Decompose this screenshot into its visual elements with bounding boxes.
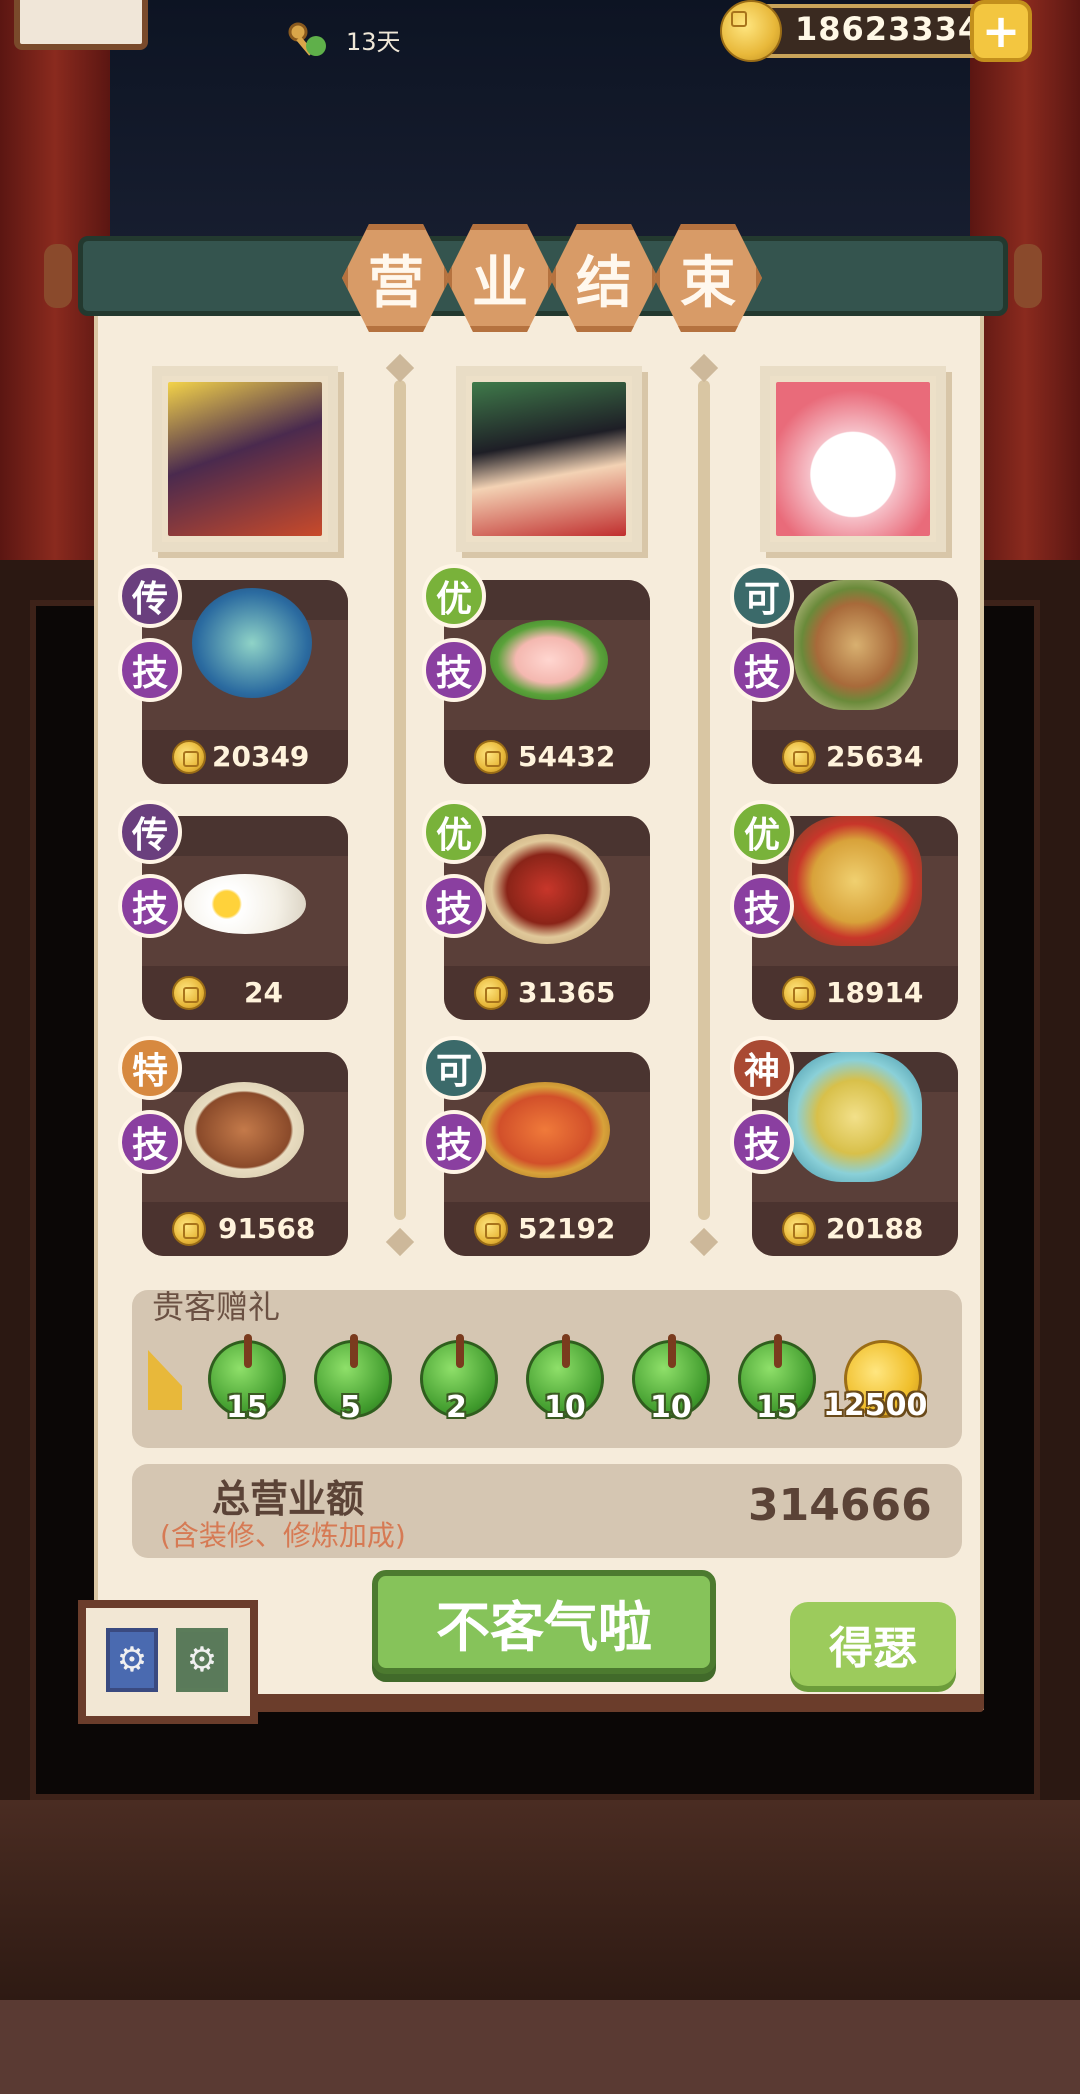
grade-badge: 传 xyxy=(118,564,182,628)
brag-share-button[interactable]: 得瑟 xyxy=(790,1602,956,1686)
grade-badge: 传 xyxy=(118,800,182,864)
gift-count: 2 xyxy=(446,1390,467,1425)
skill-badge: 技 xyxy=(118,638,182,702)
decoration-frame[interactable]: ⚙ ⚙ xyxy=(78,1600,258,1724)
dish-price: 18914 xyxy=(826,976,924,1009)
boy-with-red-cap-avatar xyxy=(472,382,626,536)
scroll-cap-left xyxy=(44,244,72,308)
coin-balance: 18623334 xyxy=(795,10,982,48)
gift-tie xyxy=(562,1334,570,1368)
coin-icon xyxy=(474,976,508,1010)
calendar-key-icon xyxy=(286,20,332,60)
coin-icon xyxy=(782,1212,816,1246)
skill-badge: 技 xyxy=(422,874,486,938)
gift-tie xyxy=(774,1334,782,1368)
plus-icon: + xyxy=(981,4,1021,58)
divine-feast-dish xyxy=(788,1052,922,1182)
gift-count: 15 xyxy=(756,1390,798,1425)
coin-icon xyxy=(720,0,782,62)
coin-icon xyxy=(474,740,508,774)
skill-badge: 技 xyxy=(730,638,794,702)
add-coins-button[interactable]: + xyxy=(970,0,1032,62)
banquet-platter-dish xyxy=(794,580,918,710)
dish-price: 24 xyxy=(244,976,283,1009)
gift-tie xyxy=(456,1334,464,1368)
dish-price: 20188 xyxy=(826,1212,924,1245)
customer-photo-2[interactable] xyxy=(456,366,642,552)
skill-badge: 技 xyxy=(118,874,182,938)
gift-count: 15 xyxy=(226,1390,268,1425)
gift-count: 10 xyxy=(650,1390,692,1425)
column-divider xyxy=(698,380,710,1220)
grade-badge: 优 xyxy=(730,800,794,864)
coin-icon xyxy=(782,740,816,774)
coin-icon xyxy=(172,976,206,1010)
hello-kitty-avatar xyxy=(776,382,930,536)
settings-gear-icon: ⚙ xyxy=(106,1628,158,1692)
shrimp-dumpling-dish xyxy=(490,620,608,700)
gift-tie xyxy=(244,1334,252,1368)
dish-price: 31365 xyxy=(518,976,616,1009)
dish-price: 25634 xyxy=(826,740,924,773)
total-revenue-note: (含装修、修炼加成) xyxy=(160,1519,406,1552)
days-counter: 13天 xyxy=(346,28,401,56)
gift-tie xyxy=(668,1334,676,1368)
coin-icon xyxy=(172,740,206,774)
dish-price: 52192 xyxy=(518,1212,616,1245)
dish-price: 91568 xyxy=(218,1212,316,1245)
dish-price: 20349 xyxy=(212,740,310,773)
braised-meat-dish xyxy=(484,834,610,944)
confirm-button[interactable]: 不客气啦 xyxy=(372,1570,716,1674)
gift-count: 10 xyxy=(544,1390,586,1425)
settings-gear-icon: ⚙ xyxy=(176,1628,228,1692)
clay-pot-dish xyxy=(184,1082,304,1178)
grade-badge: 优 xyxy=(422,564,486,628)
coin-icon xyxy=(474,1212,508,1246)
total-revenue-value: 314666 xyxy=(748,1480,932,1531)
skill-badge: 技 xyxy=(422,638,486,702)
floor-background xyxy=(0,1800,1080,2000)
skill-badge: 技 xyxy=(422,1110,486,1174)
grade-badge: 神 xyxy=(730,1036,794,1100)
player-avatar[interactable] xyxy=(14,0,148,50)
grade-badge: 可 xyxy=(422,1036,486,1100)
guest-gifts-title: 贵客赠礼 xyxy=(152,1288,281,1326)
fish-head-dish xyxy=(480,1082,610,1178)
grade-badge: 可 xyxy=(730,564,794,628)
column-divider xyxy=(394,380,406,1220)
dish-price: 54432 xyxy=(518,740,616,773)
skill-badge: 技 xyxy=(730,874,794,938)
bottom-bar-background xyxy=(0,2000,1080,2094)
customer-photo-1[interactable] xyxy=(152,366,338,552)
dark-haired-hero-avatar xyxy=(168,382,322,536)
grade-badge: 优 xyxy=(422,800,486,864)
customer-photo-3[interactable] xyxy=(760,366,946,552)
hot-pot-dish xyxy=(788,816,922,946)
gift-count: 5 xyxy=(340,1390,361,1425)
skill-badge: 技 xyxy=(730,1110,794,1174)
fried-eggs-dish xyxy=(184,874,306,934)
scroll-cap-right xyxy=(1014,244,1042,308)
soup-bowl-dish xyxy=(192,588,312,698)
coin-icon xyxy=(782,976,816,1010)
skill-badge: 技 xyxy=(118,1110,182,1174)
grade-badge: 特 xyxy=(118,1036,182,1100)
coin-icon xyxy=(172,1212,206,1246)
gift-tie xyxy=(350,1334,358,1368)
coin-gift-amount: 12500 xyxy=(823,1388,927,1423)
